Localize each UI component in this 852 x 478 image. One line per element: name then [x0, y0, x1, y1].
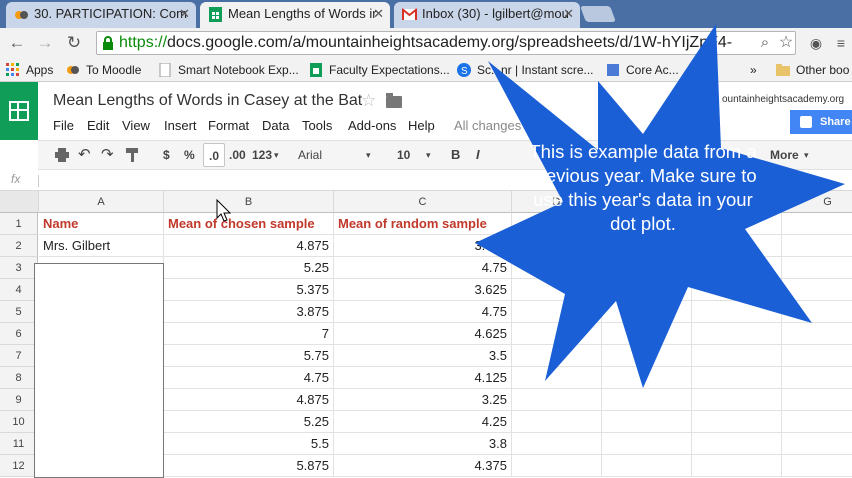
- callout-text: This is example data from a previous yea…: [529, 141, 757, 234]
- starburst-callout: [475, 24, 845, 388]
